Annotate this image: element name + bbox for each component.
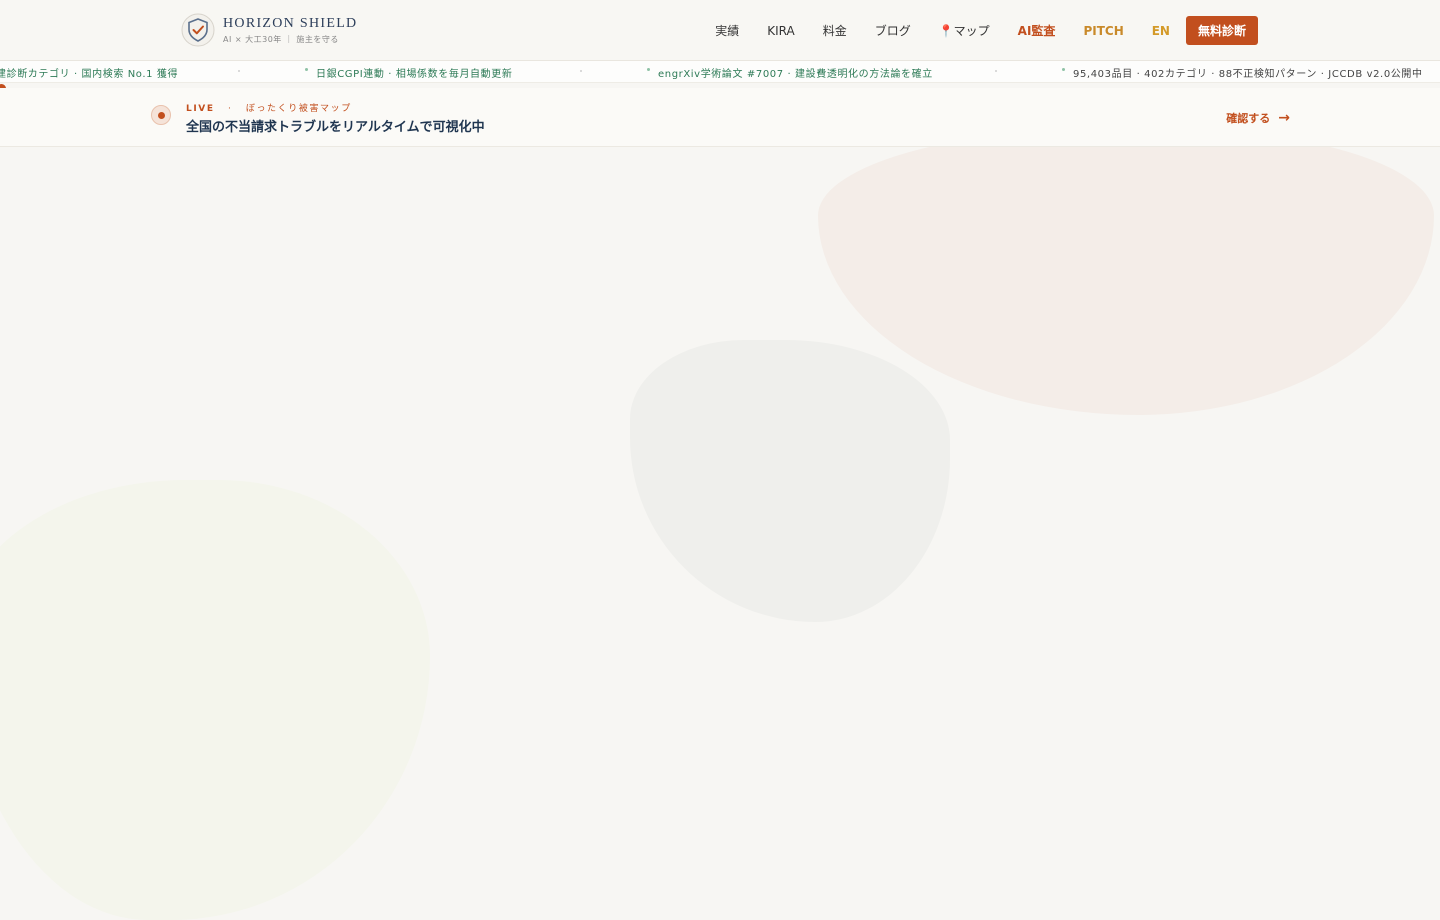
ticker-bullet	[647, 68, 650, 71]
news-ticker: 建診断カテゴリ · 国内検索 No.1 獲得 日銀CGPI連動 · 相場係数を毎…	[0, 61, 1440, 83]
ticker-bullet	[1062, 68, 1065, 71]
nav-item-map[interactable]: 📍マップ	[939, 22, 990, 39]
ticker-item: 日銀CGPI連動 · 相場係数を毎月自動更新	[316, 69, 513, 80]
arrow-right-icon: →	[1278, 110, 1290, 126]
free-diagnosis-button[interactable]: 無料診断	[1185, 16, 1258, 45]
nav-item-kira[interactable]: KIRA	[767, 24, 794, 38]
brand-tagline: AI × 大工30年 ｜ 施主を守る	[223, 34, 339, 44]
nav-item-ai-audit[interactable]: AI監査	[1018, 22, 1056, 39]
nav-item-pricing[interactable]: 料金	[823, 22, 847, 39]
ticker-separator	[238, 70, 240, 72]
live-badge: LIVE	[186, 104, 215, 114]
ticker-item: 95,403品目 · 402カテゴリ · 88不正検知パターン · JCCDB …	[1073, 69, 1423, 80]
live-banner[interactable]: LIVE · ぼったくり被害マップ 全国の不当請求トラブルをリアルタイムで可視化…	[0, 88, 1440, 147]
brand-logo[interactable]: HORIZON SHIELD AI × 大工30年 ｜ 施主を守る	[181, 13, 357, 47]
live-separator: ·	[219, 104, 242, 114]
confirm-link[interactable]: 確認する →	[1226, 110, 1290, 126]
live-indicator-icon	[151, 105, 171, 125]
site-header: HORIZON SHIELD AI × 大工30年 ｜ 施主を守る 実績 KIR…	[0, 0, 1440, 61]
ticker-item: 建診断カテゴリ · 国内検索 No.1 獲得	[0, 69, 179, 80]
background-blob-peach	[818, 130, 1434, 415]
ticker-item: engrXiv学術論文 #7007 · 建設費透明化の方法論を確立	[658, 69, 933, 80]
background-blob-green	[0, 480, 430, 920]
brand-name: HORIZON SHIELD	[223, 15, 358, 31]
shield-check-icon	[181, 13, 215, 47]
nav-item-pitch[interactable]: PITCH	[1083, 24, 1123, 38]
nav-item-language-en[interactable]: EN	[1152, 24, 1170, 38]
ticker-separator	[995, 70, 997, 72]
ticker-bullet	[305, 68, 308, 71]
nav-item-results[interactable]: 実績	[715, 22, 739, 39]
nav-item-blog[interactable]: ブログ	[875, 22, 911, 39]
confirm-link-label: 確認する	[1226, 112, 1271, 125]
background-blob-gray	[630, 340, 950, 622]
main-nav: 実績 KIRA 料金 ブログ 📍マップ AI監査 PITCH EN 無料診断	[715, 16, 1258, 45]
live-title: 全国の不当請求トラブルをリアルタイムで可視化中	[186, 120, 485, 135]
ticker-separator	[580, 70, 582, 72]
live-category: ぼったくり被害マップ	[245, 104, 352, 114]
live-label: LIVE · ぼったくり被害マップ	[186, 101, 352, 114]
